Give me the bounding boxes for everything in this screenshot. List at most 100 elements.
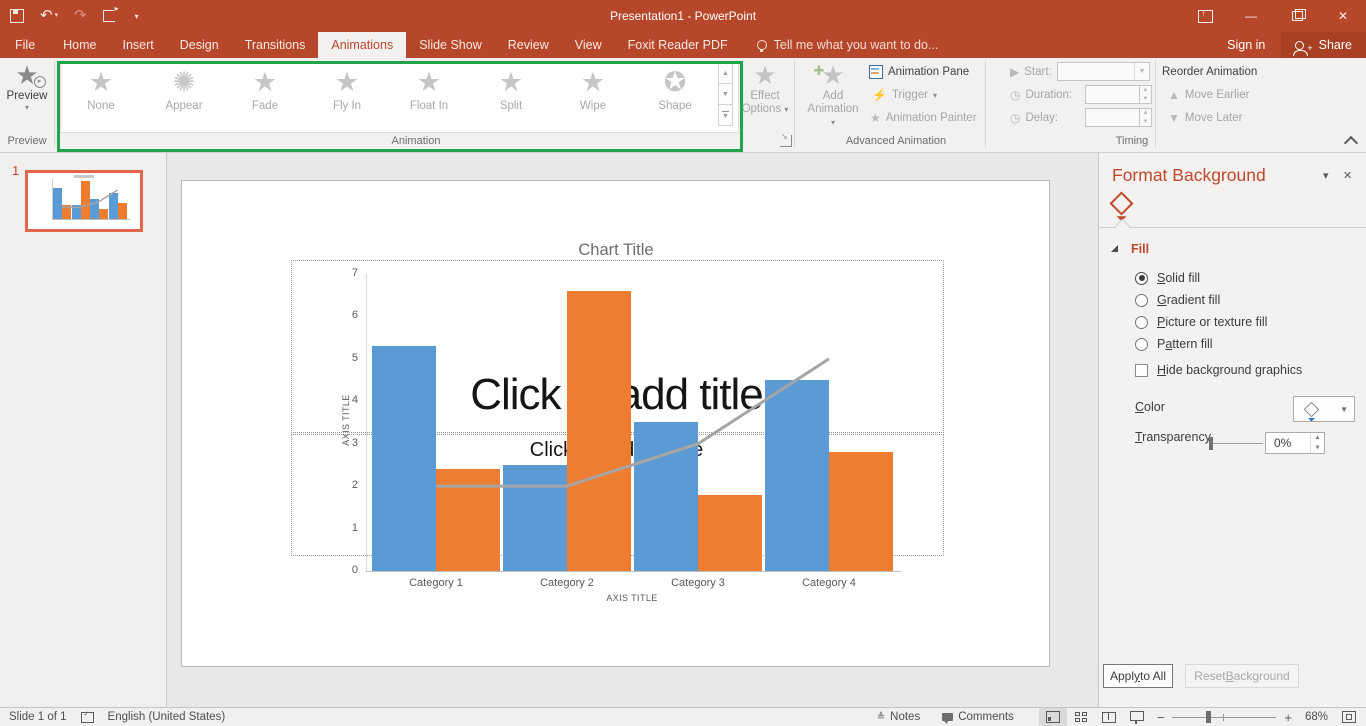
radio-icon[interactable] — [1135, 338, 1148, 351]
chevron-down-icon: ▾ — [933, 91, 937, 100]
zoom-level[interactable]: 68% — [1300, 711, 1328, 723]
wipe-animation-icon: ★ — [553, 66, 633, 98]
slide-counter[interactable]: Slide 1 of 1 — [9, 711, 67, 723]
gallery-item-fade[interactable]: ★Fade — [225, 66, 305, 112]
gallery-item-split[interactable]: ★Split — [471, 66, 551, 112]
animation-pane-button[interactable]: Animation Pane — [869, 61, 969, 83]
gallery-more-button[interactable]: ▼ — [718, 104, 733, 126]
tab-design[interactable]: Design — [167, 32, 232, 58]
chart-object[interactable]: Chart Title AXIS TITLE AXIS TITLE 012345… — [182, 181, 1049, 666]
comments-button[interactable]: Comments — [931, 708, 1025, 726]
gallery-item-fly-in[interactable]: ★Fly In — [307, 66, 387, 112]
add-animation-star-icon: ★✚ — [821, 60, 844, 90]
tab-view[interactable]: View — [562, 32, 615, 58]
chart-title[interactable]: Chart Title — [436, 241, 796, 260]
restore-icon — [1292, 11, 1303, 21]
slide-show-button[interactable] — [1123, 708, 1151, 726]
pane-title: Format Background — [1112, 165, 1266, 186]
window-controls: — ✕ — [1182, 0, 1366, 32]
fill-section-header[interactable]: Fill — [1131, 242, 1149, 256]
tab-review[interactable]: Review — [495, 32, 562, 58]
chart-category-axis-title[interactable]: AXIS TITLE — [512, 593, 752, 603]
gallery-item-float-in[interactable]: ★Float In — [389, 66, 469, 112]
fill-section-collapse-icon[interactable] — [1111, 245, 1118, 252]
radio-selected-icon[interactable] — [1135, 272, 1148, 285]
restore-button[interactable] — [1274, 0, 1320, 32]
zoom-in-button[interactable]: + — [1284, 710, 1292, 725]
transparency-value[interactable]: 0% — [1266, 436, 1291, 450]
color-picker-button[interactable]: ▼ — [1293, 396, 1355, 422]
minimize-button[interactable]: — — [1228, 0, 1274, 32]
comment-icon — [942, 713, 953, 721]
reading-view-button[interactable] — [1095, 708, 1123, 726]
animation-dialog-launcher[interactable] — [780, 135, 792, 147]
slide-thumbnail-panel[interactable]: 1 — [0, 153, 167, 707]
radio-icon[interactable] — [1135, 294, 1148, 307]
hide-background-graphics-option[interactable]: Hide background graphics — [1135, 363, 1302, 377]
normal-view-button[interactable] — [1039, 708, 1067, 726]
preview-button[interactable]: ★▸ Preview ▾ — [0, 60, 54, 112]
fill-tab-paint-can-icon[interactable] — [1109, 191, 1133, 215]
tab-animations[interactable]: Animations — [318, 32, 406, 58]
zoom-slider-thumb[interactable] — [1206, 711, 1211, 723]
format-background-pane: Format Background ▾ ✕ Fill Solid fill Gr… — [1098, 153, 1366, 707]
slide-thumbnail[interactable] — [25, 170, 143, 232]
animation-pane-icon — [869, 65, 883, 79]
trigger-label: Trigger — [892, 89, 928, 101]
radio-icon[interactable] — [1135, 316, 1148, 329]
tell-me-box[interactable]: Tell me what you want to do... — [757, 32, 939, 58]
tab-slide-show[interactable]: Slide Show — [406, 32, 495, 58]
slide-sorter-view-button[interactable] — [1067, 708, 1095, 726]
gallery-item-appear[interactable]: ✺Appear — [144, 66, 224, 112]
pane-close-icon[interactable]: ✕ — [1343, 169, 1352, 182]
gallery-scroll-down-button[interactable]: ▼ — [718, 83, 733, 105]
zoom-slider[interactable] — [1172, 710, 1276, 724]
lightning-icon: ⚡ — [872, 88, 887, 102]
fit-slide-to-window-button[interactable] — [1342, 711, 1356, 723]
solid-fill-option[interactable]: Solid fill — [1135, 271, 1200, 285]
slide-editor-area[interactable]: Click to add title Click to add subtitle… — [167, 153, 1098, 707]
split-animation-icon: ★ — [471, 66, 551, 98]
sign-in-link[interactable]: Sign in — [1211, 32, 1281, 58]
notes-button[interactable]: ≜Notes — [866, 708, 931, 726]
move-later-label: Move Later — [1185, 112, 1243, 124]
tab-insert[interactable]: Insert — [110, 32, 167, 58]
checkbox-icon[interactable] — [1135, 364, 1148, 377]
apply-to-all-button[interactable]: Apply to All — [1103, 664, 1173, 688]
duration-spinner: ▲▼ — [1140, 85, 1152, 104]
gallery-item-shape[interactable]: ✪Shape — [635, 66, 715, 112]
pattern-fill-option[interactable]: Pattern fill — [1135, 337, 1213, 351]
zoom-out-button[interactable]: − — [1157, 710, 1165, 725]
effect-options-button[interactable]: ★ Effect Options ▾ — [738, 60, 792, 116]
spin-up-icon: ▲ — [1140, 86, 1151, 95]
add-animation-button[interactable]: ★✚ Add Animation ▾ — [806, 60, 860, 129]
gradient-fill-option[interactable]: Gradient fill — [1135, 293, 1220, 307]
gallery-item-none[interactable]: ★None — [61, 66, 141, 112]
slide-canvas[interactable]: Click to add title Click to add subtitle… — [181, 180, 1050, 667]
ribbon-display-icon — [1198, 10, 1213, 23]
spin-up-icon[interactable]: ▲ — [1311, 433, 1324, 443]
move-earlier-button: ▲ Move Earlier — [1168, 84, 1249, 106]
collapse-ribbon-button[interactable] — [1344, 136, 1358, 150]
pane-options-chevron-icon[interactable]: ▾ — [1323, 169, 1329, 182]
transparency-value-box[interactable]: 0% ▲▼ — [1265, 432, 1325, 454]
tab-home[interactable]: Home — [50, 32, 109, 58]
tab-foxit-reader-pdf[interactable]: Foxit Reader PDF — [615, 32, 741, 58]
spell-check-icon[interactable] — [81, 712, 94, 723]
gallery-more-icon: ▼ — [722, 111, 729, 120]
transparency-slider-thumb[interactable] — [1209, 437, 1213, 450]
gallery-scroll-up-button[interactable]: ▲ — [718, 62, 733, 84]
pattern-fill-label: Pattern fill — [1157, 337, 1213, 351]
tab-file[interactable]: File — [0, 32, 50, 58]
ribbon-display-options-button[interactable] — [1182, 0, 1228, 32]
transparency-slider-track[interactable] — [1211, 443, 1263, 444]
gallery-item-wipe[interactable]: ★Wipe — [553, 66, 633, 112]
picture-or-texture-fill-option[interactable]: Picture or texture fill — [1135, 315, 1267, 329]
share-button[interactable]: +Share — [1281, 32, 1366, 58]
close-button[interactable]: ✕ — [1320, 0, 1366, 32]
preview-button-label: Preview — [0, 90, 54, 103]
spin-down-icon[interactable]: ▼ — [1311, 443, 1324, 453]
share-plus-icon: + — [1307, 43, 1312, 53]
tab-transitions[interactable]: Transitions — [232, 32, 319, 58]
language-indicator[interactable]: English (United States) — [108, 711, 226, 723]
